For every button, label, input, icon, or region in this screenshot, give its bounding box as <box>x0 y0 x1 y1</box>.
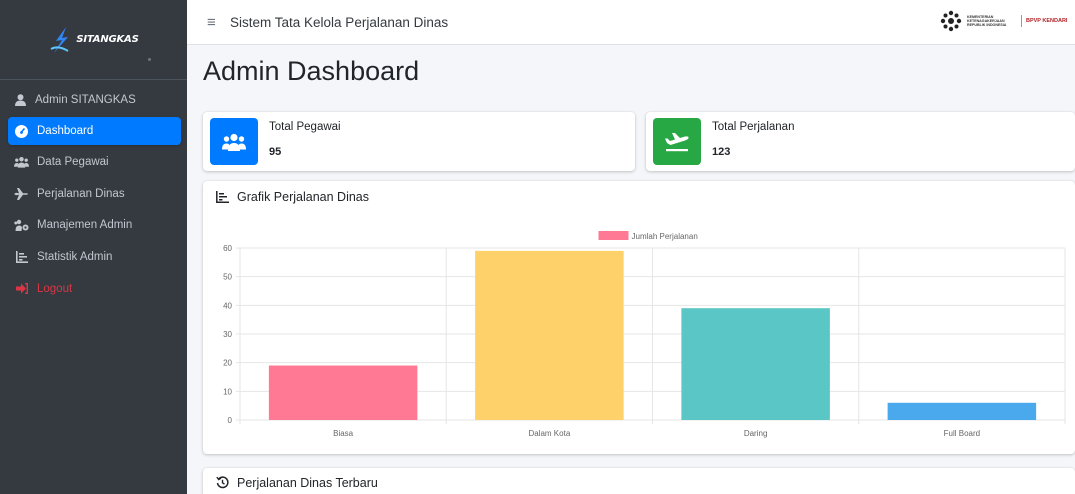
recent-trips-title: Perjalanan Dinas Terbaru <box>237 475 378 490</box>
user-icon <box>15 94 26 106</box>
chart-card: Grafik Perjalanan Dinas 0 10 20 30 40 50 60 Bia… <box>203 181 1075 454</box>
users-icon <box>14 155 29 169</box>
recent-trips-card: Perjalanan Dinas Terbaru <box>203 468 1075 494</box>
tachometer-icon <box>14 124 29 138</box>
chart-card-header: Grafik Perjalanan Dinas <box>203 181 1075 213</box>
brand-logo: SITANGKAS <box>48 25 139 55</box>
sidebar-item-statistik-admin[interactable]: Statistik Admin <box>8 243 181 271</box>
x-tick-label: Daring <box>744 429 768 438</box>
ministry-name: KEMENTERIAN KETENAGAKERJAAN REPUBLIK IND… <box>967 15 1007 27</box>
brand-name: SITANGKAS <box>76 34 139 45</box>
legend-swatch <box>598 231 629 240</box>
page-title: Admin Dashboard <box>203 56 420 86</box>
sidebar-nav: Dashboard Data Pegawai Perjalanan Dinas … <box>0 117 187 306</box>
x-tick-label: Full Board <box>944 429 980 438</box>
info-box-label: Total Pegawai <box>269 121 341 133</box>
y-tick-label: 60 <box>223 244 232 253</box>
sidebar-item-label: Dashboard <box>37 125 94 137</box>
top-navbar: ≡ Sistem Tata Kelola Perjalanan Dinas KE… <box>187 0 1075 45</box>
sidebar-item-label: Statistik Admin <box>37 250 113 263</box>
y-tick-label: 50 <box>223 273 232 282</box>
bar-biasa <box>268 365 418 420</box>
ministry-emblem-icon <box>940 10 962 32</box>
y-tick-label: 20 <box>223 359 232 368</box>
logo-divider <box>1021 15 1022 27</box>
history-icon <box>216 476 229 489</box>
bar-chart: 0 10 20 30 40 50 60 Biasa Dalam Kota Daring Full B… <box>223 231 1066 438</box>
y-tick-label: 30 <box>223 330 232 339</box>
sidebar: SITANGKAS Admin SITANGKAS Dashboard Data… <box>0 0 187 494</box>
bar-full-board <box>887 402 1037 420</box>
unit-name: BPVP KENDARI <box>1026 18 1068 24</box>
hamburger-menu-icon[interactable]: ≡ <box>207 14 221 31</box>
brand-link[interactable]: SITANGKAS <box>0 0 187 80</box>
y-tick-label: 0 <box>228 416 233 425</box>
x-tick-label: Biasa <box>333 429 354 438</box>
app-title: Sistem Tata Kelola Perjalanan Dinas <box>230 14 449 30</box>
user-panel[interactable]: Admin SITANGKAS <box>0 88 187 112</box>
sidebar-item-label: Perjalanan Dinas <box>37 187 125 200</box>
bar-dalam-kota <box>475 250 624 420</box>
bar-daring <box>681 308 830 420</box>
sidebar-item-label: Logout <box>37 282 73 295</box>
sidebar-item-manajemen-admin[interactable]: Manajemen Admin <box>8 211 181 239</box>
plane-icon <box>14 187 29 201</box>
info-box-label: Total Perjalanan <box>712 121 795 133</box>
legend-label: Jumlah Perjalanan <box>632 232 698 241</box>
users-cog-icon <box>14 218 29 232</box>
users-icon <box>210 118 258 165</box>
sidebar-item-label: Data Pegawai <box>37 156 109 169</box>
sitangkas-logo-icon <box>50 26 69 53</box>
recent-trips-header: Perjalanan Dinas Terbaru <box>203 468 1075 494</box>
sidebar-item-dashboard[interactable]: Dashboard <box>8 117 181 145</box>
y-tick-label: 40 <box>223 301 232 310</box>
info-box-total-pegawai: Total Pegawai 95 <box>203 112 635 171</box>
plane-departure-icon <box>653 118 701 165</box>
info-box-total-perjalanan: Total Perjalanan 123 <box>646 112 1075 171</box>
info-box-value: 123 <box>712 146 731 158</box>
x-tick-label: Dalam Kota <box>528 429 570 438</box>
brand-dot <box>148 58 151 61</box>
sidebar-item-label: Manajemen Admin <box>37 219 133 232</box>
info-box-value: 95 <box>269 146 282 158</box>
chart-bar-icon <box>14 250 29 264</box>
chart-bar-icon <box>216 190 229 203</box>
sidebar-item-logout[interactable]: Logout <box>8 275 181 303</box>
sidebar-item-perjalanan-dinas[interactable]: Perjalanan Dinas <box>8 180 181 208</box>
y-tick-label: 10 <box>223 387 232 396</box>
sign-out-icon <box>14 282 29 296</box>
agency-logos: KEMENTERIAN KETENAGAKERJAAN REPUBLIK IND… <box>939 10 1071 32</box>
user-name: Admin SITANGKAS <box>35 94 136 106</box>
chart-card-title: Grafik Perjalanan Dinas <box>237 189 370 204</box>
sidebar-item-data-pegawai[interactable]: Data Pegawai <box>8 148 181 176</box>
